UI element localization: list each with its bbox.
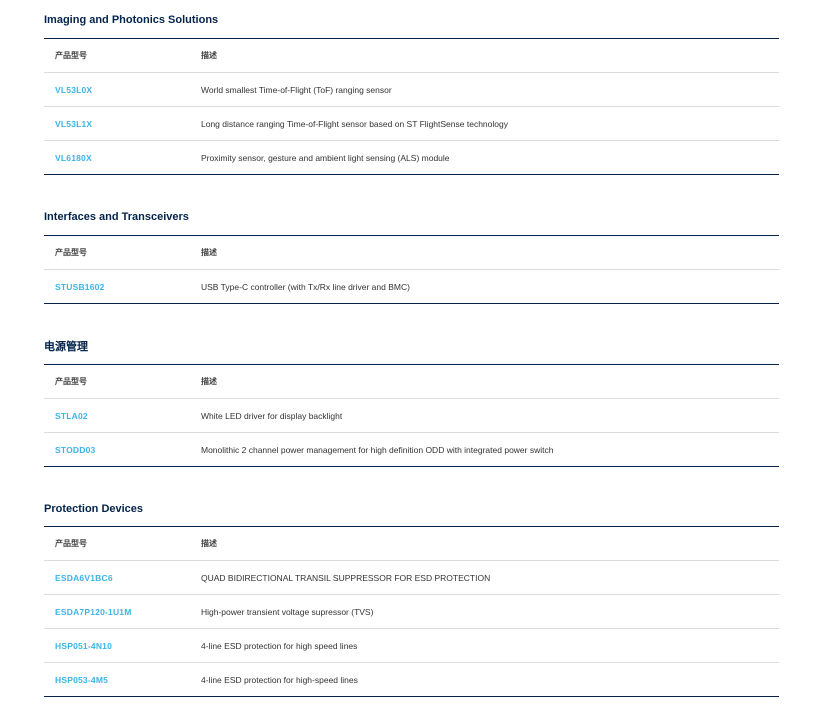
part-description: QUAD BIDIRECTIONAL TRANSIL SUPPRESSOR FO… [201, 572, 491, 583]
table-header-row: 产品型号 描述 [44, 365, 779, 398]
column-header-description: 描述 [201, 51, 217, 60]
part-link[interactable]: VL6180X [55, 153, 92, 163]
section-title: Imaging and Photonics Solutions [44, 14, 219, 26]
part-link[interactable]: ESDA7P120-1U1M [55, 607, 132, 617]
table-header-row: 产品型号 描述 [44, 527, 779, 560]
part-description: Monolithic 2 channel power management fo… [201, 444, 554, 455]
table-row: VL53L1X Long distance ranging Time-of-Fl… [44, 106, 779, 140]
product-table: 产品型号 描述 STUSB1602 USB Type-C controller … [44, 235, 779, 304]
column-header-description: 描述 [201, 377, 217, 386]
part-link[interactable]: HSP053-4M5 [55, 675, 108, 685]
table-row: HSP053-4M5 4-line ESD protection for hig… [44, 662, 779, 696]
table-row: VL6180X Proximity sensor, gesture and am… [44, 140, 779, 174]
part-description: 4-line ESD protection for high-speed lin… [201, 674, 358, 685]
table-header-row: 产品型号 描述 [44, 236, 779, 269]
part-link[interactable]: STUSB1602 [55, 282, 105, 292]
part-description: High-power transient voltage supressor (… [201, 606, 374, 617]
part-description: White LED driver for display backlight [201, 410, 343, 421]
part-link[interactable]: ESDA6V1BC6 [55, 573, 113, 583]
part-description: 4-line ESD protection for high speed lin… [201, 640, 358, 651]
product-table: 产品型号 描述 ESDA6V1BC6 QUAD BIDIRECTIONAL TR… [44, 526, 779, 697]
part-description: USB Type-C controller (with Tx/Rx line d… [201, 281, 410, 292]
column-header-description: 描述 [201, 539, 217, 548]
table-row: STLA02 White LED driver for display back… [44, 398, 779, 432]
product-table: 产品型号 描述 STLA02 White LED driver for disp… [44, 364, 779, 467]
part-link[interactable]: VL53L0X [55, 85, 92, 95]
part-description: World smallest Time-of-Flight (ToF) rang… [201, 84, 392, 95]
table-row: HSP051-4N10 4-line ESD protection for hi… [44, 628, 779, 662]
part-description: Proximity sensor, gesture and ambient li… [201, 152, 450, 163]
column-header-part: 产品型号 [55, 51, 87, 60]
table-row: STODD03 Monolithic 2 channel power manag… [44, 432, 779, 466]
column-header-part: 产品型号 [55, 248, 87, 257]
table-row: VL53L0X World smallest Time-of-Flight (T… [44, 72, 779, 106]
product-table: 产品型号 描述 VL53L0X World smallest Time-of-F… [44, 38, 779, 175]
column-header-description: 描述 [201, 248, 217, 257]
part-link[interactable]: HSP051-4N10 [55, 641, 112, 651]
table-row: ESDA6V1BC6 QUAD BIDIRECTIONAL TRANSIL SU… [44, 560, 779, 594]
section-title: 电源管理 [44, 341, 88, 353]
part-link[interactable]: VL53L1X [55, 119, 92, 129]
part-link[interactable]: STODD03 [55, 445, 95, 455]
section-title: Protection Devices [44, 503, 144, 515]
column-header-part: 产品型号 [55, 539, 87, 548]
table-header-row: 产品型号 描述 [44, 39, 779, 72]
part-link[interactable]: STLA02 [55, 411, 88, 421]
table-row: ESDA7P120-1U1M High-power transient volt… [44, 594, 779, 628]
section-title: Interfaces and Transceivers [44, 211, 189, 223]
part-description: Long distance ranging Time-of-Flight sen… [201, 118, 508, 129]
table-row: STUSB1602 USB Type-C controller (with Tx… [44, 269, 779, 303]
column-header-part: 产品型号 [55, 377, 87, 386]
